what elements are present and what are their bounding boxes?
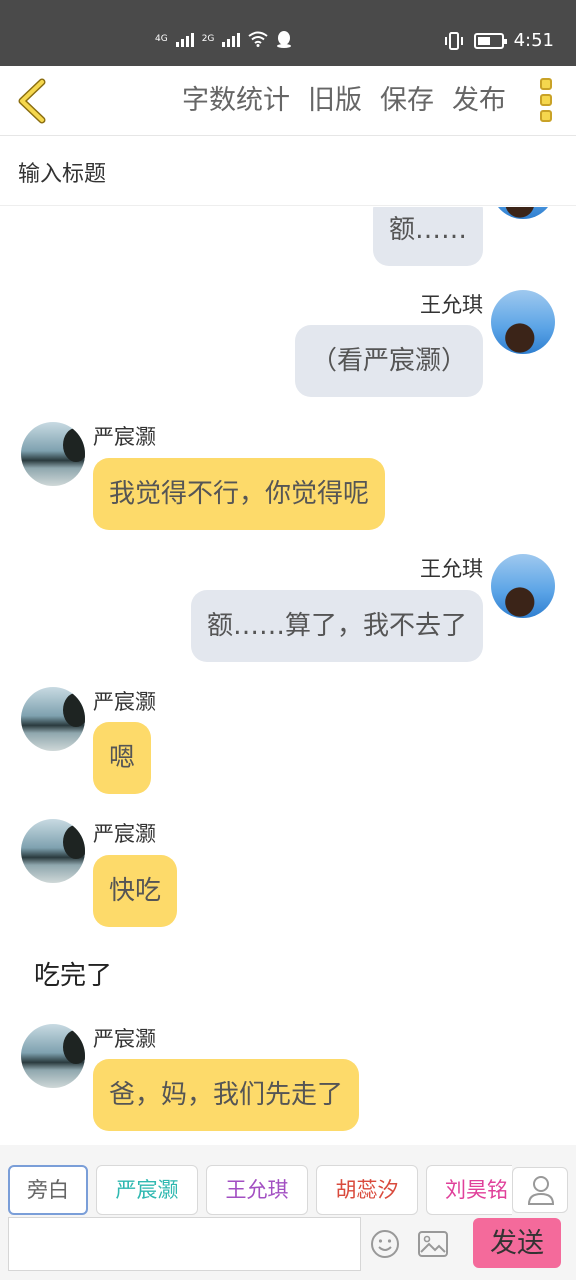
old-version-button[interactable]: 旧版: [308, 82, 362, 120]
status-left: 4G 2G: [155, 30, 292, 48]
image-icon[interactable]: [418, 1231, 448, 1257]
battery-icon: [473, 32, 507, 49]
narration-text[interactable]: 吃完了: [34, 955, 112, 992]
character-chip[interactable]: 刘昊铭: [426, 1165, 512, 1215]
sender-name: 王允琪: [420, 293, 483, 317]
network-type-2: 2G: [201, 34, 215, 44]
sender-name: 严宸灏: [93, 425, 156, 449]
input-bar: 发送: [0, 1215, 576, 1280]
message-bubble[interactable]: 额……算了，我不去了: [190, 590, 483, 662]
emoji-icon[interactable]: [370, 1229, 400, 1259]
status-right: 4:51: [444, 30, 554, 51]
avatar[interactable]: [21, 1024, 85, 1088]
clock: 4:51: [513, 30, 554, 51]
vibrate-icon: [444, 31, 463, 50]
message-bubble[interactable]: 额……: [372, 207, 483, 266]
word-count-button[interactable]: 字数统计: [182, 82, 290, 120]
toolbar-actions: 字数统计 旧版 保存 发布: [182, 82, 506, 120]
avatar[interactable]: [491, 207, 555, 219]
character-chip-narrator[interactable]: 旁白: [8, 1165, 88, 1215]
qq-icon: [277, 31, 292, 48]
character-selector: 旁白 严宸灏 王允琪 胡蕊汐 刘昊铭: [0, 1145, 576, 1215]
send-button[interactable]: 发送: [473, 1218, 561, 1268]
message-bubble[interactable]: 我觉得不行，你觉得呢: [93, 458, 386, 530]
message-bubble[interactable]: 爸，妈，我们先走了: [93, 1059, 360, 1131]
avatar[interactable]: [21, 819, 85, 883]
character-chip[interactable]: 严宸灏: [96, 1165, 198, 1215]
signal-icon: [175, 31, 194, 47]
character-chip[interactable]: 胡蕊汐: [316, 1165, 418, 1215]
add-character-button[interactable]: [512, 1167, 568, 1213]
network-type-1: 4G: [155, 34, 168, 44]
sender-name: 严宸灏: [93, 822, 156, 846]
person-icon: [527, 1176, 555, 1205]
sender-name: 严宸灏: [93, 1027, 156, 1051]
avatar[interactable]: [491, 290, 555, 354]
title-placeholder: 输入标题: [18, 162, 107, 187]
wifi-icon: [248, 31, 269, 47]
character-chip[interactable]: 王允琪: [206, 1165, 308, 1215]
avatar[interactable]: [21, 422, 85, 486]
chat-area: 额…… 王允琪 （看严宸灏） 严宸灏 我觉得不行，你觉得呢 王允琪 额……算了，…: [0, 207, 576, 1145]
title-field[interactable]: 输入标题: [0, 136, 576, 206]
avatar[interactable]: [491, 554, 555, 618]
save-button[interactable]: 保存: [380, 82, 434, 120]
sender-name: 王允琪: [420, 557, 483, 581]
sender-name: 严宸灏: [93, 690, 156, 714]
message-bubble[interactable]: 嗯: [93, 722, 152, 794]
more-menu-icon[interactable]: [540, 78, 556, 122]
message-bubble[interactable]: （看严宸灏）: [294, 325, 483, 397]
back-icon[interactable]: [14, 78, 50, 124]
signal-icon-2: [222, 31, 241, 47]
editor-toolbar: 字数统计 旧版 保存 发布: [0, 66, 576, 136]
status-bar: 4G 2G 4:51: [0, 0, 576, 66]
message-input[interactable]: [8, 1217, 361, 1271]
avatar[interactable]: [21, 687, 85, 751]
publish-button[interactable]: 发布: [452, 82, 506, 120]
message-bubble[interactable]: 快吃: [93, 855, 178, 927]
